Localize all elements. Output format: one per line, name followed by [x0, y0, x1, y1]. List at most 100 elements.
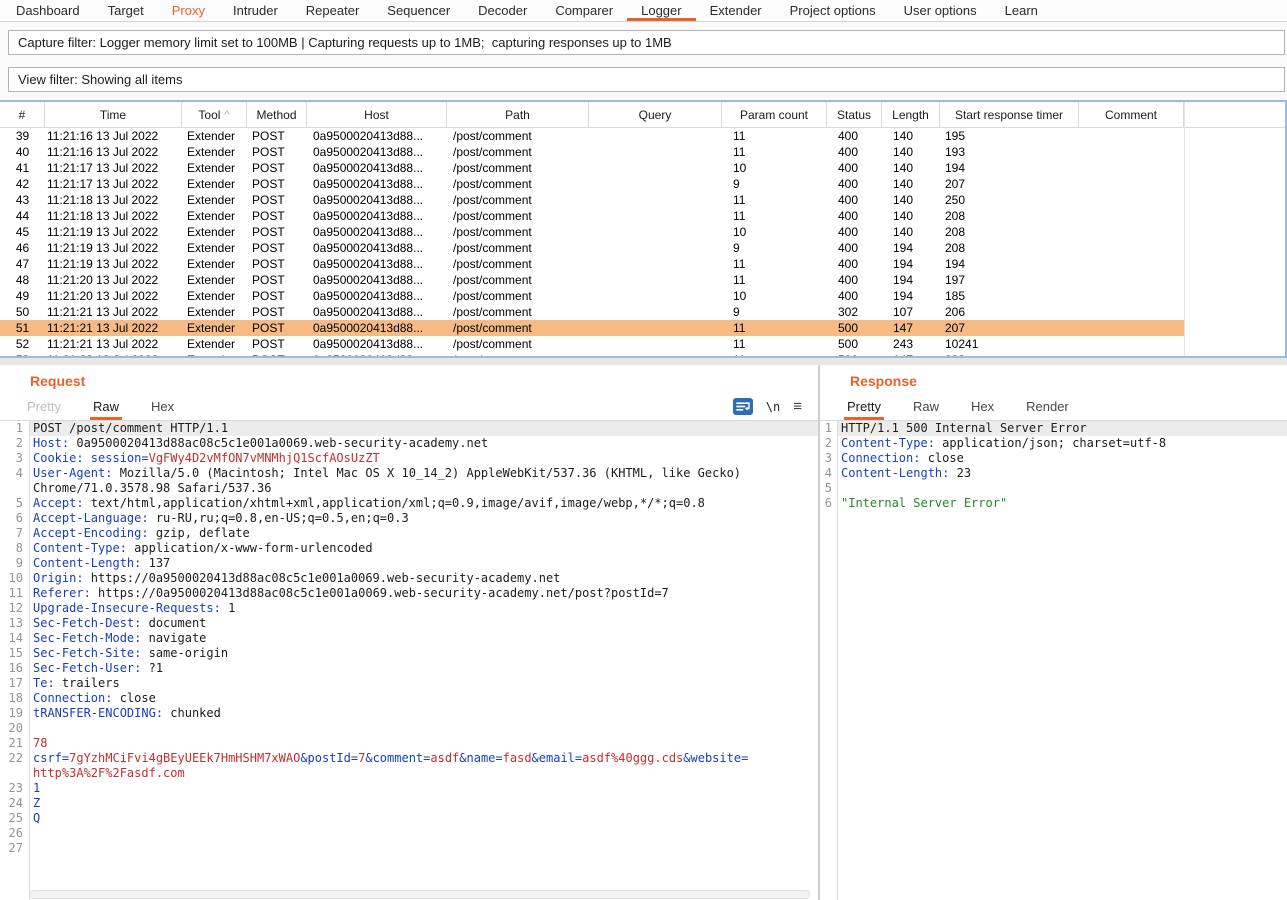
cell-tool: Extender: [182, 272, 247, 288]
column-header-path[interactable]: Path: [447, 102, 589, 127]
editor-line-text: User-Agent: Mozilla/5.0 (Macintosh; Inte…: [29, 466, 818, 481]
log-table: #TimeTool^MethodHostPathQueryParam count…: [0, 100, 1287, 358]
cell-tool: Extender: [182, 144, 247, 160]
cell-path: /post/comment: [447, 160, 589, 176]
menu-item-learn[interactable]: Learn: [991, 0, 1052, 21]
column-header-start-response-timer[interactable]: Start response timer: [940, 102, 1079, 127]
cell-: 42: [0, 176, 45, 192]
table-row[interactable]: 4411:21:18 13 Jul 2022ExtenderPOST0a9500…: [0, 208, 1184, 224]
capture-filter-bar[interactable]: Capture filter: Logger memory limit set …: [8, 30, 1285, 55]
menu-item-proxy[interactable]: Proxy: [158, 0, 219, 21]
column-header-method[interactable]: Method: [247, 102, 307, 127]
word-wrap-icon[interactable]: [733, 398, 753, 415]
table-row[interactable]: 4811:21:20 13 Jul 2022ExtenderPOST0a9500…: [0, 272, 1184, 288]
table-row[interactable]: 4311:21:18 13 Jul 2022ExtenderPOST0a9500…: [0, 192, 1184, 208]
request-editor[interactable]: 1POST /post/comment HTTP/1.12Host: 0a950…: [0, 421, 818, 900]
cell-query: [589, 192, 722, 208]
cell-start-response-timer: 197: [940, 272, 1079, 288]
table-row[interactable]: 4911:21:20 13 Jul 2022ExtenderPOST0a9500…: [0, 288, 1184, 304]
cell-query: [589, 160, 722, 176]
cell-time: 11:21:19 13 Jul 2022: [45, 224, 182, 240]
line-number: 16: [0, 661, 29, 676]
cell-tool: Extender: [182, 288, 247, 304]
cell-host: 0a9500020413d88...: [307, 320, 447, 336]
table-row[interactable]: 4111:21:17 13 Jul 2022ExtenderPOST0a9500…: [0, 160, 1184, 176]
cell-length: 194: [882, 256, 940, 272]
response-editor[interactable]: 1HTTP/1.1 500 Internal Server Error2Cont…: [820, 421, 1287, 900]
table-row[interactable]: 5111:21:21 13 Jul 2022ExtenderPOST0a9500…: [0, 320, 1184, 336]
editor-line-text: [29, 721, 818, 736]
table-row[interactable]: 4611:21:19 13 Jul 2022ExtenderPOST0a9500…: [0, 240, 1184, 256]
editor-line: 4Content-Length: 23: [820, 466, 1287, 481]
editor-line-text: Connection: close: [29, 691, 818, 706]
column-header-length[interactable]: Length: [882, 102, 940, 127]
column-header-host[interactable]: Host: [307, 102, 447, 127]
table-row[interactable]: 4211:21:17 13 Jul 2022ExtenderPOST0a9500…: [0, 176, 1184, 192]
menu-item-target[interactable]: Target: [94, 0, 158, 21]
editor-line: 16Sec-Fetch-User: ?1: [0, 661, 818, 676]
cell-: 49: [0, 288, 45, 304]
menu-item-project-options[interactable]: Project options: [776, 0, 890, 21]
column-header-time[interactable]: Time: [45, 102, 182, 127]
line-number: 13: [0, 616, 29, 631]
editor-line-text: [837, 481, 1287, 496]
menu-item-dashboard[interactable]: Dashboard: [2, 0, 94, 21]
cell-param-count: 11: [722, 336, 827, 352]
editor-line: 19tRANSFER-ENCODING: chunked: [0, 706, 818, 721]
column-header-[interactable]: #: [0, 102, 45, 127]
menu-item-decoder[interactable]: Decoder: [464, 0, 541, 21]
cell-length: 147: [882, 320, 940, 336]
line-number: 10: [0, 571, 29, 586]
cell-path: /post/comment: [447, 192, 589, 208]
editor-line: 7Accept-Encoding: gzip, deflate: [0, 526, 818, 541]
cell-method: POST: [247, 256, 307, 272]
request-horizontal-scrollbar[interactable]: [30, 890, 810, 899]
column-header-status[interactable]: Status: [827, 102, 882, 127]
line-number: [0, 481, 29, 496]
menu-item-comparer[interactable]: Comparer: [541, 0, 627, 21]
line-number: 24: [0, 796, 29, 811]
table-row[interactable]: 4511:21:19 13 Jul 2022ExtenderPOST0a9500…: [0, 224, 1184, 240]
editor-line-text: Sec-Fetch-User: ?1: [29, 661, 818, 676]
tab-render-response[interactable]: Render: [1023, 399, 1072, 420]
editor-line-text: Content-Type: application/x-www-form-url…: [29, 541, 818, 556]
tab-raw-request[interactable]: Raw: [90, 399, 122, 420]
table-row[interactable]: 5211:21:21 13 Jul 2022ExtenderPOST0a9500…: [0, 336, 1184, 352]
cell-: 47: [0, 256, 45, 272]
line-number: 1: [0, 421, 29, 436]
tab-hex-request[interactable]: Hex: [148, 399, 177, 420]
editor-menu-icon[interactable]: ≡: [793, 399, 802, 414]
cell-start-response-timer: 193: [940, 144, 1079, 160]
cell-host: 0a9500020413d88...: [307, 192, 447, 208]
cell-: 52: [0, 336, 45, 352]
menu-item-sequencer[interactable]: Sequencer: [373, 0, 464, 21]
cell-param-count: 11: [722, 192, 827, 208]
tab-raw-response[interactable]: Raw: [910, 399, 942, 420]
cell-param-count: 9: [722, 176, 827, 192]
column-header-query[interactable]: Query: [589, 102, 722, 127]
cell-path: /post/comment: [447, 320, 589, 336]
editor-line-text: Sec-Fetch-Site: same-origin: [29, 646, 818, 661]
column-header-tool[interactable]: Tool^: [182, 102, 247, 127]
cell-tool: Extender: [182, 320, 247, 336]
tab-pretty-response[interactable]: Pretty: [844, 399, 884, 420]
cell-length: 140: [882, 144, 940, 160]
table-row[interactable]: 4711:21:19 13 Jul 2022ExtenderPOST0a9500…: [0, 256, 1184, 272]
menu-item-extender[interactable]: Extender: [696, 0, 776, 21]
menu-item-intruder[interactable]: Intruder: [219, 0, 292, 21]
table-row[interactable]: 3911:21:16 13 Jul 2022ExtenderPOST0a9500…: [0, 128, 1184, 144]
cell-comment: [1079, 128, 1184, 144]
column-header-comment[interactable]: Comment: [1079, 102, 1184, 127]
horizontal-splitter[interactable]: [0, 358, 1287, 365]
newline-toggle[interactable]: \n: [766, 400, 780, 414]
menu-item-user-options[interactable]: User options: [890, 0, 991, 21]
tab-hex-response[interactable]: Hex: [968, 399, 997, 420]
menu-item-repeater[interactable]: Repeater: [292, 0, 373, 21]
menu-item-logger[interactable]: Logger: [627, 0, 695, 21]
cell-start-response-timer: 207: [940, 176, 1079, 192]
view-filter-bar[interactable]: View filter: Showing all items: [8, 67, 1285, 92]
table-row[interactable]: 5011:21:21 13 Jul 2022ExtenderPOST0a9500…: [0, 304, 1184, 320]
column-header-param-count[interactable]: Param count: [722, 102, 827, 127]
table-row[interactable]: 4011:21:16 13 Jul 2022ExtenderPOST0a9500…: [0, 144, 1184, 160]
cell-comment: [1079, 336, 1184, 352]
